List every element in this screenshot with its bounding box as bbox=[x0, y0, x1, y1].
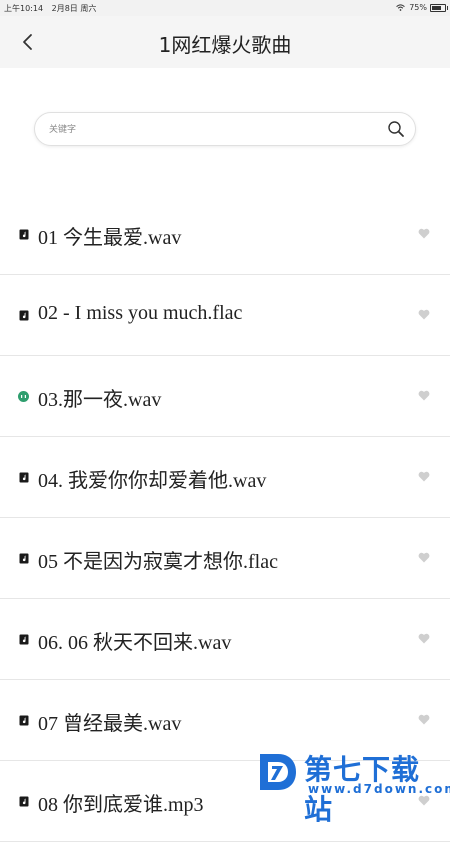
song-name: 05 不是因为寂寞才想你.flac bbox=[38, 551, 278, 573]
status-left: 上午10:14 2月8日 周六 bbox=[4, 3, 102, 14]
status-bar: 上午10:14 2月8日 周六 75% bbox=[0, 0, 450, 16]
music-file-icon bbox=[19, 634, 29, 645]
song-name: 06. 06 秋天不回来.wav bbox=[38, 632, 232, 654]
heart-icon[interactable] bbox=[418, 390, 430, 401]
heart-icon[interactable] bbox=[418, 309, 430, 320]
song-row[interactable]: 01 今生最爱.wav bbox=[0, 194, 450, 275]
song-name: 04. 我爱你你却爱着他.wav bbox=[38, 470, 267, 492]
song-list: 01 今生最爱.wav 02 - I miss you much.flac 03.那… bbox=[0, 194, 450, 842]
heart-icon[interactable] bbox=[418, 228, 430, 239]
song-row[interactable]: 04. 我爱你你却爱着他.wav bbox=[0, 437, 450, 518]
status-right: 75% bbox=[396, 3, 448, 12]
song-row[interactable]: 03.那一夜.wav bbox=[0, 356, 450, 437]
battery-icon bbox=[430, 3, 448, 12]
search-input[interactable] bbox=[47, 119, 371, 141]
music-file-icon bbox=[19, 553, 29, 564]
wifi-icon bbox=[396, 4, 406, 11]
watermark: 第七下载站 www.d7down.com bbox=[256, 746, 450, 826]
song-name: 08 你到底爱谁.mp3 bbox=[38, 794, 204, 816]
search-box[interactable] bbox=[34, 112, 416, 146]
song-name: 03.那一夜.wav bbox=[38, 389, 162, 411]
search-icon[interactable] bbox=[387, 120, 405, 138]
music-file-icon bbox=[19, 796, 29, 807]
song-row[interactable]: 06. 06 秋天不回来.wav bbox=[0, 599, 450, 680]
music-file-icon bbox=[19, 229, 29, 240]
watermark-url: www.d7down.com bbox=[308, 782, 450, 796]
song-row[interactable]: 02 - I miss you much.flac bbox=[0, 275, 450, 356]
heart-icon[interactable] bbox=[418, 714, 430, 725]
song-row[interactable]: 05 不是因为寂寞才想你.flac bbox=[0, 518, 450, 599]
music-file-icon bbox=[19, 310, 29, 321]
nav-bar: 1网红爆火歌曲 bbox=[0, 16, 450, 68]
playing-indicator-icon bbox=[18, 391, 29, 402]
status-date: 2月8日 周六 bbox=[51, 4, 97, 13]
song-name: 02 - I miss you much.flac bbox=[38, 302, 243, 324]
d7-logo-icon bbox=[260, 754, 296, 790]
battery-percent: 75% bbox=[409, 3, 427, 12]
music-file-icon bbox=[19, 715, 29, 726]
song-name: 01 今生最爱.wav bbox=[38, 227, 182, 249]
song-name: 07 曾经最美.wav bbox=[38, 713, 182, 735]
heart-icon[interactable] bbox=[418, 471, 430, 482]
battery-fill bbox=[432, 5, 441, 10]
status-time: 上午10:14 bbox=[4, 4, 44, 13]
music-file-icon bbox=[19, 472, 29, 483]
heart-icon[interactable] bbox=[418, 633, 430, 644]
heart-icon[interactable] bbox=[418, 552, 430, 563]
page-title: 1网红爆火歌曲 bbox=[158, 33, 292, 57]
